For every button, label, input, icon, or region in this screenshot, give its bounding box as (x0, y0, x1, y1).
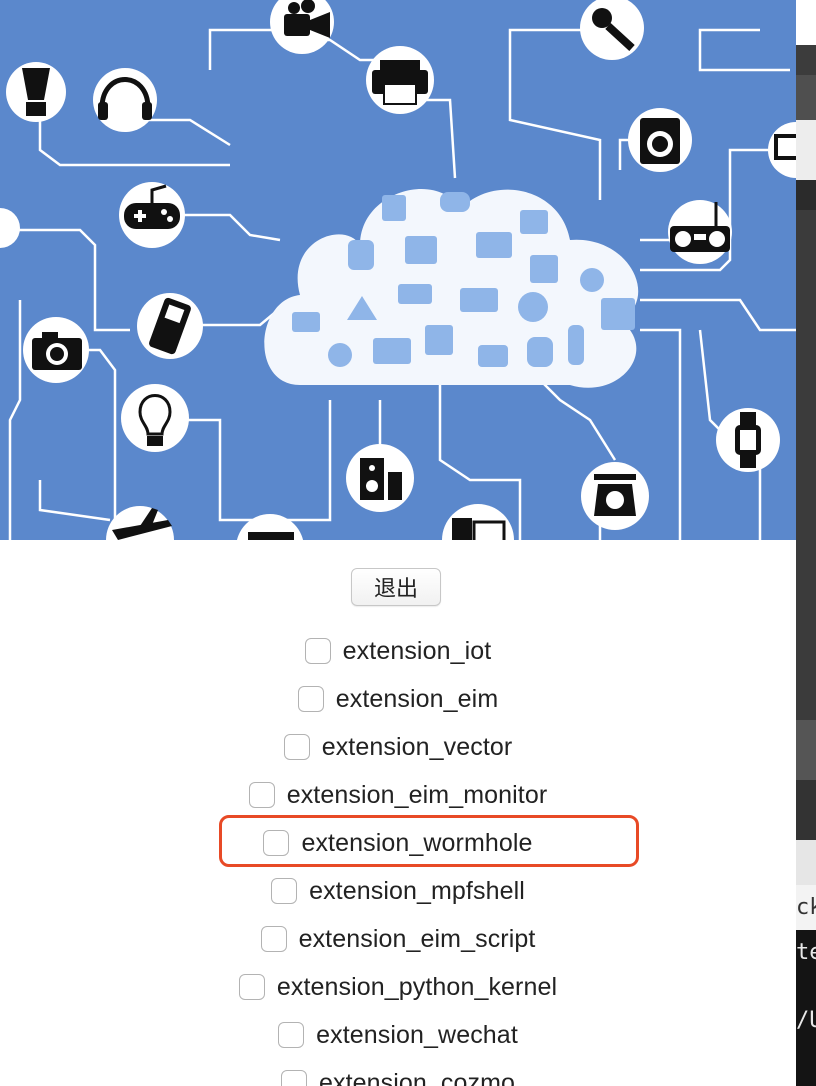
extension-checkbox[interactable] (260, 926, 287, 952)
background-window-strip (796, 780, 816, 840)
extension-label: extension_cozmo (318, 1068, 516, 1086)
video-camera-icon (270, 0, 334, 54)
extension-row-wormhole[interactable]: extension_wormhole (0, 823, 796, 863)
monitor-icon (768, 122, 796, 178)
extension-label: extension_python_kernel (276, 972, 558, 1001)
extension-label: extension_wechat (316, 1020, 518, 1049)
extension-row-mpfshell[interactable]: extension_mpfshell (0, 871, 796, 911)
background-text-fragment: ck (796, 895, 816, 920)
background-window-strip (796, 75, 816, 120)
background-window-strip (796, 0, 816, 45)
background-window-strip (796, 720, 816, 780)
computer-tower-icon (442, 504, 514, 540)
extension-checkbox[interactable] (304, 638, 331, 664)
iot-network-graphic (0, 0, 796, 540)
headphones-icon (93, 68, 157, 132)
background-window-strip (796, 210, 816, 720)
extension-label: extension_eim (335, 684, 499, 713)
background-window-strip (796, 180, 816, 210)
projector-icon (236, 514, 304, 540)
kitchen-scale-icon (581, 462, 649, 530)
extension-label: extension_iot (342, 636, 492, 665)
extension-label: extension_vector (321, 732, 513, 761)
partial-node-icon (0, 208, 20, 248)
extension-label: extension_eim_script (298, 924, 536, 953)
washing-machine-icon (628, 108, 692, 172)
speaker-icon (346, 444, 414, 512)
blender-icon (6, 62, 66, 122)
extension-row-wechat[interactable]: extension_wechat (0, 1015, 796, 1055)
exit-button[interactable]: 退出 (351, 568, 441, 606)
background-window-strip (796, 120, 816, 180)
background-text-fragment: te (796, 940, 816, 965)
extension-checkbox[interactable] (263, 830, 290, 856)
camera-icon (23, 317, 89, 383)
hero-illustration (0, 0, 796, 540)
extension-checkbox[interactable] (248, 782, 275, 808)
extension-row-vector[interactable]: extension_vector (0, 727, 796, 767)
extension-label: extension_eim_monitor (286, 780, 548, 809)
extension-checkbox[interactable] (278, 1022, 305, 1048)
boombox-icon (668, 200, 732, 264)
extension-checkbox[interactable] (283, 734, 310, 760)
extension-row-cozmo[interactable]: extension_cozmo (0, 1063, 796, 1086)
gamepad-icon (119, 182, 185, 248)
extension-label: extension_wormhole (301, 828, 533, 857)
mobile-phone-icon (137, 293, 203, 359)
background-window-edge: ck te /U (796, 0, 816, 1086)
extension-row-eim-monitor[interactable]: extension_eim_monitor (0, 775, 796, 815)
extension-panel: 退出 extension_iot extension_eim extension… (0, 0, 796, 1086)
extension-row-python-kernel[interactable]: extension_python_kernel (0, 967, 796, 1007)
extension-label: extension_mpfshell (309, 876, 525, 905)
smartwatch-icon (716, 408, 780, 472)
microphone-icon (580, 0, 644, 60)
extension-checkbox[interactable] (297, 686, 324, 712)
extension-checkbox[interactable] (238, 974, 265, 1000)
background-window-strip (796, 840, 816, 885)
background-text-fragment: /U (796, 1008, 816, 1033)
printer-icon (366, 46, 434, 114)
extension-row-eim[interactable]: extension_eim (0, 679, 796, 719)
background-window-strip (796, 45, 816, 75)
lightbulb-icon (121, 384, 189, 452)
extension-checkbox[interactable] (271, 878, 298, 904)
extension-checkbox[interactable] (280, 1070, 307, 1086)
extension-row-eim-script[interactable]: extension_eim_script (0, 919, 796, 959)
extension-row-iot[interactable]: extension_iot (0, 631, 796, 671)
